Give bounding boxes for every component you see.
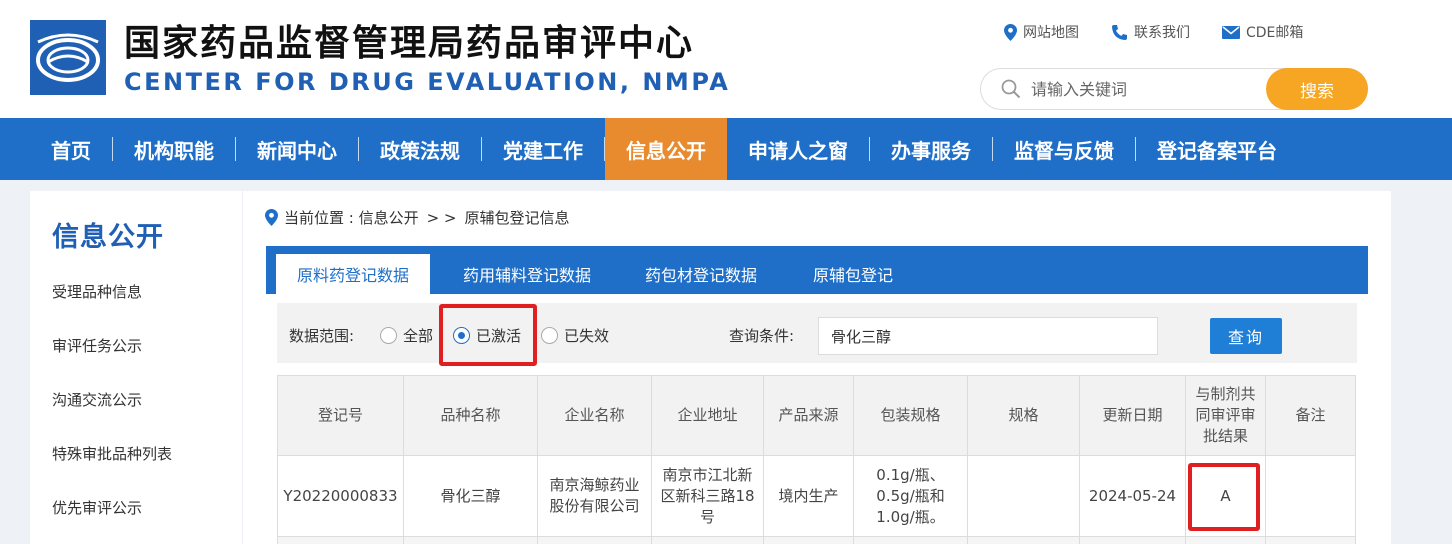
sidebar-title: 信息公开 bbox=[52, 222, 164, 253]
site-header: 国家药品监督管理局药品审评中心 CENTER FOR DRUG EVALUATI… bbox=[0, 0, 1452, 118]
column-header: 包装规格 bbox=[853, 375, 968, 456]
column-header: 企业地址 bbox=[651, 375, 764, 456]
column-header: 与制剂共同审评审批结果 bbox=[1185, 375, 1266, 456]
radio-expired-label: 已失效 bbox=[564, 327, 610, 345]
breadcrumb-separator: > > bbox=[426, 208, 457, 227]
highlight-box-review-result bbox=[1188, 463, 1260, 531]
column-header: 规格 bbox=[967, 375, 1080, 456]
radio-circle bbox=[541, 327, 558, 344]
tab-excipient-registration[interactable]: 药用辅料登记数据 bbox=[430, 254, 624, 294]
query-label: 查询条件: bbox=[729, 327, 795, 345]
sidebar-item-priority-review[interactable]: 优先审评公示 bbox=[52, 497, 142, 518]
nav-item-feedback[interactable]: 监督与反馈 bbox=[993, 118, 1135, 180]
radio-all-label: 全部 bbox=[403, 327, 434, 345]
column-header: 品种名称 bbox=[403, 375, 538, 456]
nav-item-home[interactable]: 首页 bbox=[30, 118, 112, 180]
email-link-label: CDE邮箱 bbox=[1246, 25, 1304, 41]
search-button[interactable]: 搜索 bbox=[1266, 68, 1368, 110]
sidebar: 信息公开 受理品种信息 审评任务公示 沟通交流公示 特殊审批品种列表 优先审评公… bbox=[30, 191, 242, 544]
radio-expired[interactable]: 已失效 bbox=[541, 325, 609, 346]
tab-packaging-registration[interactable]: 药包材登记数据 bbox=[624, 254, 778, 294]
nav-item-services[interactable]: 办事服务 bbox=[870, 118, 992, 180]
column-header: 备注 bbox=[1265, 375, 1356, 456]
cell-variety-name: 骨化三醇 bbox=[403, 455, 538, 537]
range-label: 数据范围: bbox=[289, 327, 355, 345]
sidebar-item-communication[interactable]: 沟通交流公示 bbox=[52, 389, 142, 410]
query-input[interactable] bbox=[818, 317, 1158, 355]
tab-api-registration[interactable]: 原料药登记数据 bbox=[276, 254, 430, 294]
main-nav: 首页 机构职能 新闻中心 政策法规 党建工作 信息公开 申请人之窗 办事服务 监… bbox=[0, 118, 1452, 180]
cell-company-address: 南京市江北新区新科三路18号 bbox=[651, 455, 764, 537]
table-header-row: 登记号 品种名称 企业名称 企业地址 产品来源 包装规格 规格 更新日期 与制剂… bbox=[277, 375, 1356, 456]
table-row bbox=[277, 536, 1356, 544]
nav-item-policy[interactable]: 政策法规 bbox=[359, 118, 481, 180]
sitemap-link[interactable]: 网站地图 bbox=[1004, 22, 1079, 42]
email-link[interactable]: CDE邮箱 bbox=[1222, 22, 1303, 42]
query-button[interactable]: 查询 bbox=[1210, 318, 1282, 354]
location-icon bbox=[265, 209, 278, 226]
cell-remarks bbox=[1265, 455, 1356, 537]
sidebar-item-accepted-varieties[interactable]: 受理品种信息 bbox=[52, 281, 142, 302]
cell-spec bbox=[967, 455, 1080, 537]
search-box: 搜索 bbox=[980, 68, 1368, 110]
nav-item-news[interactable]: 新闻中心 bbox=[236, 118, 358, 180]
tab-combined-registration[interactable]: 原辅包登记 bbox=[778, 254, 928, 294]
contact-link[interactable]: 联系我们 bbox=[1111, 22, 1190, 42]
radio-all[interactable]: 全部 bbox=[380, 325, 433, 346]
contact-link-label: 联系我们 bbox=[1134, 25, 1190, 41]
nav-item-applicant[interactable]: 申请人之窗 bbox=[727, 118, 869, 180]
cell-packaging-spec: 0.1g/瓶、0.5g/瓶和1.0g/瓶。 bbox=[853, 455, 968, 537]
data-tabs: 原料药登记数据 药用辅料登记数据 药包材登记数据 原辅包登记 bbox=[266, 246, 1368, 294]
cell-product-source: 境内生产 bbox=[763, 455, 854, 537]
nav-item-info-disclosure[interactable]: 信息公开 bbox=[605, 118, 727, 180]
column-header: 产品来源 bbox=[763, 375, 854, 456]
breadcrumb: 当前位置 : 信息公开 > > 原辅包登记信息 bbox=[265, 207, 570, 228]
sitemap-link-label: 网站地图 bbox=[1023, 25, 1079, 41]
site-title-en: CENTER FOR DRUG EVALUATION, NMPA bbox=[124, 68, 731, 96]
top-links: 网站地图 联系我们 CDE邮箱 bbox=[1004, 22, 1335, 42]
site-title-cn: 国家药品监督管理局药品审评中心 bbox=[124, 23, 695, 64]
mail-icon bbox=[1222, 25, 1240, 39]
nav-item-functions[interactable]: 机构职能 bbox=[113, 118, 235, 180]
site-logo[interactable] bbox=[30, 20, 106, 95]
breadcrumb-prefix: 当前位置 : 信息公开 bbox=[284, 209, 419, 227]
map-pin-icon bbox=[1004, 23, 1017, 41]
column-header: 企业名称 bbox=[537, 375, 652, 456]
breadcrumb-current: 原辅包登记信息 bbox=[464, 209, 570, 227]
column-header: 登记号 bbox=[277, 375, 404, 456]
nav-item-party[interactable]: 党建工作 bbox=[482, 118, 604, 180]
search-icon bbox=[1001, 79, 1021, 99]
main-content: 当前位置 : 信息公开 > > 原辅包登记信息 原料药登记数据 药用辅料登记数据… bbox=[243, 191, 1391, 544]
cell-update-date: 2024-05-24 bbox=[1079, 455, 1186, 537]
highlight-box-active-option bbox=[439, 304, 537, 366]
cell-registration-no: Y20220000833 bbox=[277, 455, 404, 537]
search-input[interactable] bbox=[1031, 77, 1251, 101]
sidebar-item-review-tasks[interactable]: 审评任务公示 bbox=[52, 335, 142, 356]
cell-company-name: 南京海鲸药业股份有限公司 bbox=[537, 455, 652, 537]
phone-icon bbox=[1112, 24, 1127, 40]
nav-item-registration[interactable]: 登记备案平台 bbox=[1136, 118, 1298, 180]
sidebar-item-special-approval[interactable]: 特殊审批品种列表 bbox=[52, 443, 172, 464]
column-header: 更新日期 bbox=[1079, 375, 1186, 456]
radio-circle bbox=[380, 327, 397, 344]
